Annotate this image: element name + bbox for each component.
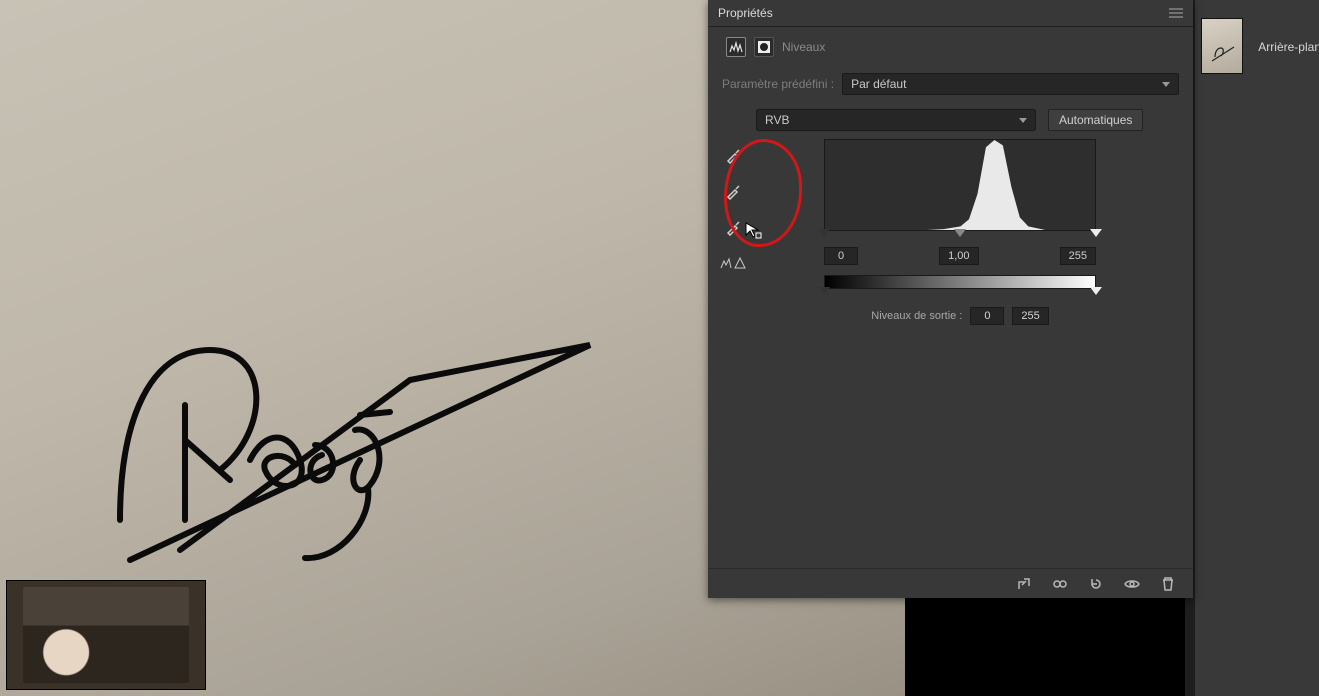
preset-value: Par défaut — [851, 77, 906, 91]
output-levels-slider[interactable] — [824, 289, 1096, 299]
layer-thumbnail-background[interactable] — [1201, 18, 1243, 74]
adjustment-mask-icon[interactable] — [754, 37, 774, 57]
adjustment-type-levels-icon[interactable] — [726, 37, 746, 57]
preset-label: Paramètre prédéfini : — [722, 77, 834, 91]
reset-icon[interactable] — [1087, 575, 1105, 593]
chevron-down-icon — [1162, 82, 1170, 87]
output-label: Niveaux de sortie : — [871, 310, 962, 322]
chevron-down-icon — [1019, 118, 1027, 123]
auto-button[interactable]: Automatiques — [1048, 109, 1143, 131]
properties-panel: Propriétés Niveaux Paramètre prédéfini :… — [708, 0, 1193, 598]
output-black-handle[interactable] — [818, 287, 830, 295]
output-white-value[interactable]: 255 — [1012, 307, 1048, 325]
cursor-icon — [744, 221, 762, 239]
white-point-eyedropper-icon[interactable] — [722, 217, 744, 239]
signature-drawing — [90, 310, 610, 570]
panel-footer — [708, 568, 1193, 598]
trash-icon[interactable] — [1159, 575, 1177, 593]
input-levels-slider[interactable] — [824, 231, 1096, 241]
clip-preview-icon[interactable] — [720, 257, 746, 269]
channel-value: RVB — [765, 113, 789, 127]
panel-menu-icon[interactable] — [1169, 8, 1183, 18]
output-gradient — [824, 275, 1096, 289]
channel-dropdown[interactable]: RVB — [756, 109, 1036, 131]
webcam-overlay — [6, 580, 206, 690]
view-previous-icon[interactable] — [1051, 575, 1069, 593]
white-point-handle[interactable] — [1090, 229, 1102, 237]
panel-header: Propriétés — [708, 0, 1193, 27]
panel-title: Propriétés — [718, 6, 773, 20]
clip-to-layer-icon[interactable] — [1015, 575, 1033, 593]
histogram[interactable] — [824, 139, 1096, 231]
right-sidebar — [1195, 0, 1319, 696]
canvas-dark-area — [905, 598, 1185, 696]
adjustment-type-label: Niveaux — [782, 40, 825, 54]
black-point-handle[interactable] — [818, 229, 830, 237]
black-point-eyedropper-icon[interactable] — [722, 145, 744, 167]
midtone-handle[interactable] — [954, 229, 966, 237]
output-black-value[interactable]: 0 — [970, 307, 1004, 325]
input-black-value[interactable]: 0 — [824, 247, 858, 265]
input-gamma-value[interactable]: 1,00 — [939, 247, 978, 265]
layer-label-background[interactable]: Arrière-plan — [1258, 40, 1319, 54]
preset-dropdown[interactable]: Par défaut — [842, 73, 1179, 95]
output-white-handle[interactable] — [1090, 287, 1102, 295]
visibility-eye-icon[interactable] — [1123, 575, 1141, 593]
gray-point-eyedropper-icon[interactable] — [722, 181, 744, 203]
input-white-value[interactable]: 255 — [1060, 247, 1096, 265]
